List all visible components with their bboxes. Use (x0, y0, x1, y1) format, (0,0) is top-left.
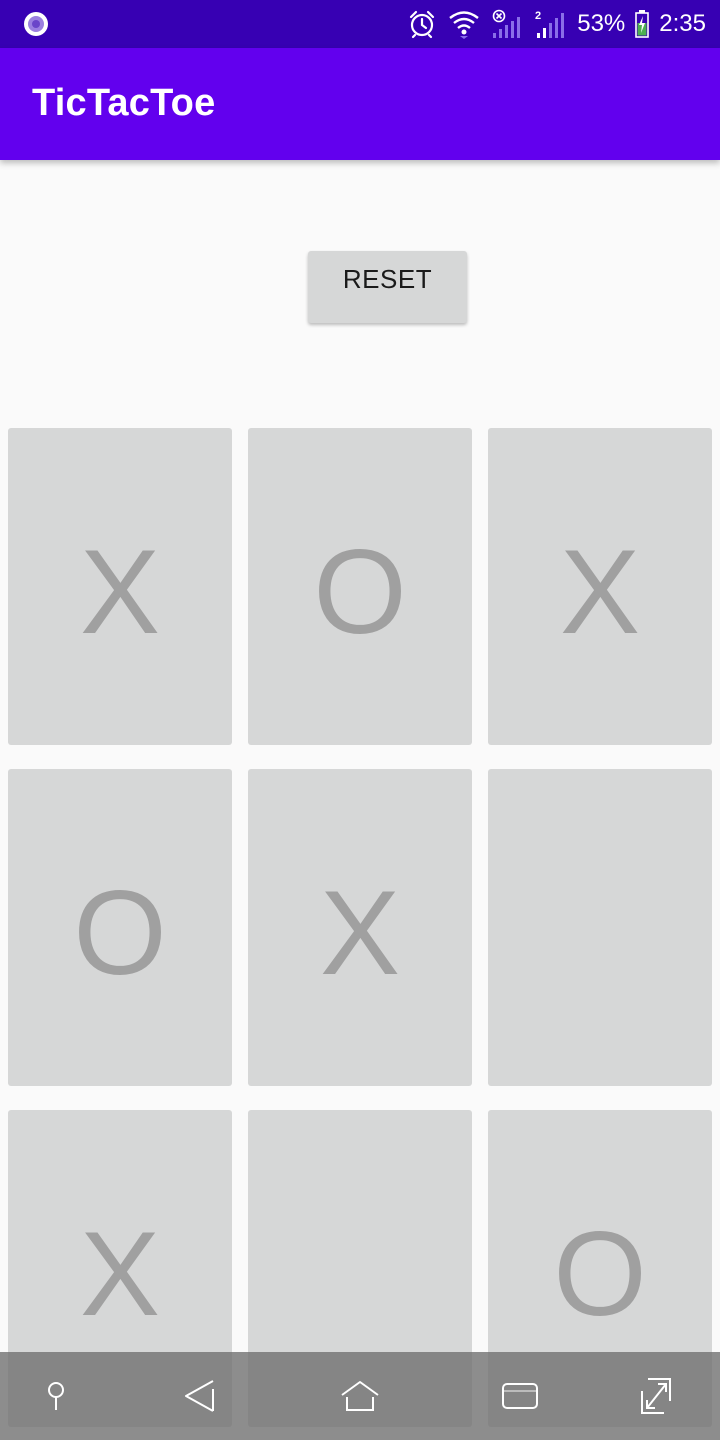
app-notification-icon (24, 12, 48, 36)
cell-0-0[interactable]: X (8, 428, 232, 745)
cell-0-1[interactable]: O (248, 428, 472, 745)
battery-percent: 53% (577, 10, 626, 37)
cell-1-1[interactable]: X (248, 769, 472, 1086)
recents-icon (502, 1383, 538, 1409)
status-bar: 2 53% 2:35 (0, 0, 720, 48)
battery-charging-icon (635, 10, 650, 38)
recents-button[interactable] (490, 1352, 550, 1440)
pin-icon (48, 1382, 64, 1410)
expand-button[interactable] (626, 1352, 686, 1440)
svg-text:2: 2 (535, 10, 541, 22)
app-bar: TicTacToe (0, 48, 720, 160)
clock: 2:35 (659, 10, 706, 37)
cell-0-2[interactable]: X (488, 428, 712, 745)
home-icon (341, 1381, 379, 1411)
back-button[interactable] (170, 1352, 230, 1440)
expand-icon (641, 1378, 671, 1414)
home-button[interactable] (330, 1352, 390, 1440)
cell-1-2[interactable] (488, 769, 712, 1086)
app-title: TicTacToe (32, 82, 216, 124)
cell-1-0[interactable]: O (8, 769, 232, 1086)
signal-2-icon: 2 (535, 10, 565, 38)
back-icon (185, 1380, 214, 1412)
signal-icon (492, 9, 521, 38)
pin-button[interactable] (26, 1352, 86, 1440)
reset-button[interactable]: RESET (308, 251, 467, 323)
alarm-icon (410, 10, 435, 39)
status-icons: 2 53% 2:35 (407, 0, 706, 48)
navigation-bar (0, 1352, 720, 1440)
wifi-icon (449, 11, 479, 39)
